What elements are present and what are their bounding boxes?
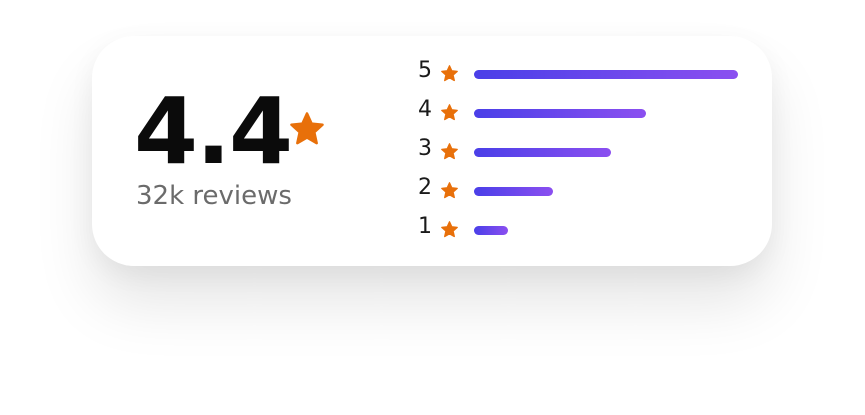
row-star-count: 2 [418,175,432,200]
distribution-row-4: 4 [418,97,748,136]
distribution-row-2: 2 [418,175,748,214]
row-star-count: 1 [418,214,432,239]
star-icon [290,112,324,145]
star-icon [441,104,458,121]
distribution-bar [474,109,646,118]
distribution-bar [474,70,738,79]
star-icon [441,221,458,238]
average-rating: 4.4 [134,78,293,185]
star-icon [441,143,458,160]
star-icon [441,65,458,82]
distribution-row-1: 1 [418,214,748,253]
distribution-row-3: 3 [418,136,748,175]
row-star-count: 4 [418,97,432,122]
star-icon [441,182,458,199]
distribution-bar [474,148,612,157]
rating-card: 4.4 32k reviews 5 4 3 2 1 [92,36,772,266]
distribution-track [474,226,738,235]
rating-distribution: 5 4 3 2 1 [418,58,748,253]
review-count: 32k reviews [136,181,292,211]
distribution-track [474,70,738,79]
distribution-track [474,148,738,157]
row-star-count: 3 [418,136,432,161]
distribution-track [474,109,738,118]
distribution-bar [474,226,509,235]
distribution-row-5: 5 [418,58,748,97]
distribution-track [474,187,738,196]
distribution-bar [474,187,554,196]
row-star-count: 5 [418,58,432,83]
